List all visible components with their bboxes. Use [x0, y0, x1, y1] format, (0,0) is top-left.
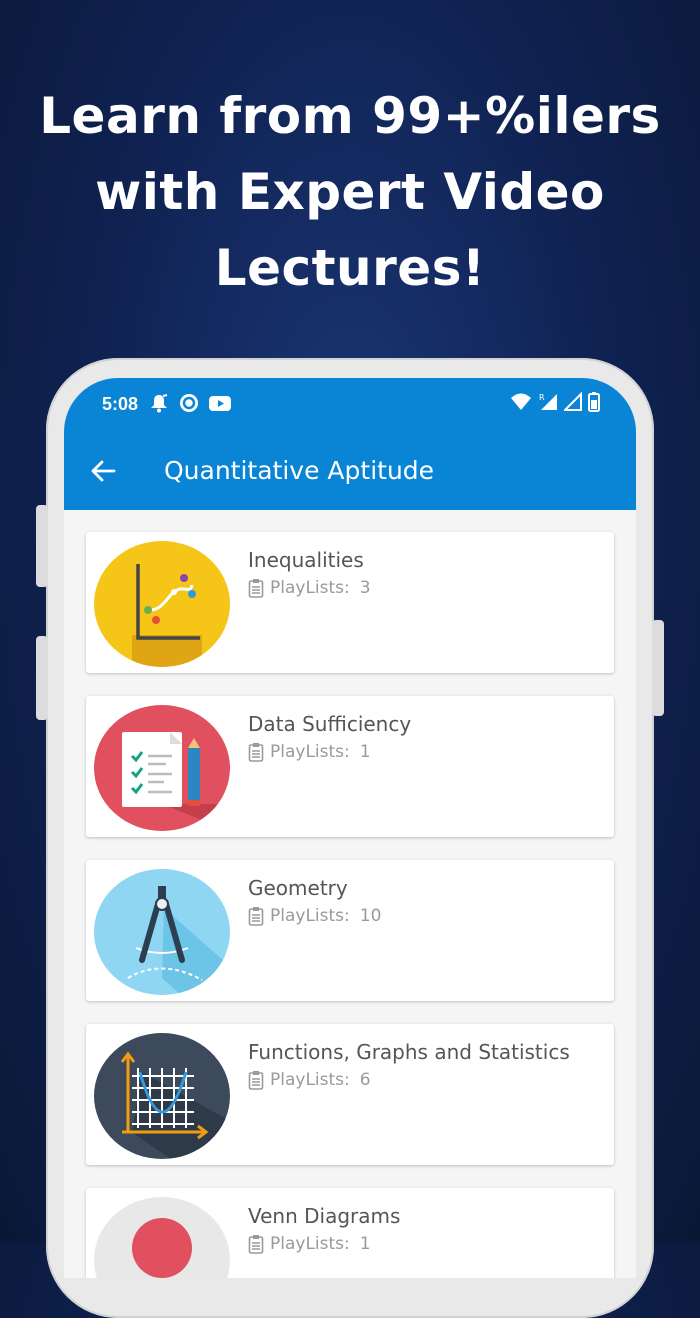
grid-graph-icon: [94, 1033, 230, 1159]
phone-side-button-3: [652, 620, 664, 716]
headline-line-2: with Expert Video: [95, 163, 605, 221]
topic-title: Functions, Graphs and Statistics: [248, 1040, 570, 1064]
toolbar-title: Quantitative Aptitude: [164, 456, 435, 485]
playlist-count: PlayLists: 6: [248, 1070, 371, 1090]
headline-line-3: Lectures!: [214, 239, 486, 297]
clipboard-icon: [248, 743, 264, 762]
roaming-signal-icon: R: [539, 393, 557, 410]
clipboard-icon: [248, 579, 264, 598]
topic-card-venn-diagrams[interactable]: Venn Diagrams PlayLists: 1: [86, 1188, 614, 1278]
venn-icon: [94, 1197, 230, 1278]
playlist-count: PlayLists: 1: [248, 742, 371, 762]
status-time: 5:08: [102, 394, 139, 414]
signal-icon: [564, 392, 582, 411]
notification-bell-icon: [151, 394, 168, 413]
battery-icon: [588, 392, 600, 412]
phone-screen: 5:08 R Quantitative Aptitude Inequalitie…: [64, 378, 636, 1278]
playlist-count-value: 6: [359, 1070, 371, 1090]
topic-title: Inequalities: [248, 548, 364, 572]
graph-icon: [94, 541, 230, 667]
playlist-label: PlayLists:: [270, 1234, 350, 1254]
playlist-count-value: 3: [359, 578, 371, 598]
playlist-label: PlayLists:: [270, 906, 350, 926]
playlist-count: PlayLists: 1: [248, 1234, 371, 1254]
youtube-icon: [209, 396, 231, 411]
promo-headline: Learn from 99+%ilers with Expert Video L…: [0, 78, 700, 306]
clipboard-icon: [248, 1071, 264, 1090]
playlist-label: PlayLists:: [270, 742, 350, 762]
svg-text:R: R: [539, 393, 545, 402]
arrow-back-icon[interactable]: [90, 458, 116, 484]
compass-icon: [94, 869, 230, 995]
topic-card-data-sufficiency[interactable]: Data Sufficiency PlayLists: 1: [86, 696, 614, 837]
phone-side-button-1: [36, 505, 48, 587]
topic-title: Geometry: [248, 876, 348, 900]
topic-card-functions-graphs-statistics[interactable]: Functions, Graphs and Statistics PlayLis…: [86, 1024, 614, 1165]
clipboard-icon: [248, 907, 264, 926]
playlist-count: PlayLists: 3: [248, 578, 371, 598]
playlist-count-value: 1: [359, 1234, 371, 1254]
playlist-label: PlayLists:: [270, 1070, 350, 1090]
playlist-count: PlayLists: 10: [248, 906, 381, 926]
clipboard-icon: [248, 1235, 264, 1254]
topic-title: Data Sufficiency: [248, 712, 412, 736]
playlist-label: PlayLists:: [270, 578, 350, 598]
app-bar: 5:08 R Quantitative Aptitude: [64, 378, 636, 510]
topic-card-inequalities[interactable]: Inequalities PlayLists: 3: [86, 532, 614, 673]
topic-card-geometry[interactable]: Geometry PlayLists: 10: [86, 860, 614, 1001]
wifi-icon: [511, 393, 531, 410]
playlist-count-value: 1: [359, 742, 371, 762]
playlist-count-value: 10: [359, 906, 382, 926]
checklist-icon: [94, 705, 230, 831]
sync-circle-icon: [180, 394, 198, 412]
status-bar: 5:08 R: [64, 378, 636, 430]
topic-title: Venn Diagrams: [248, 1204, 401, 1228]
headline-line-1: Learn from 99+%ilers: [39, 87, 661, 145]
phone-side-button-2: [36, 636, 48, 720]
